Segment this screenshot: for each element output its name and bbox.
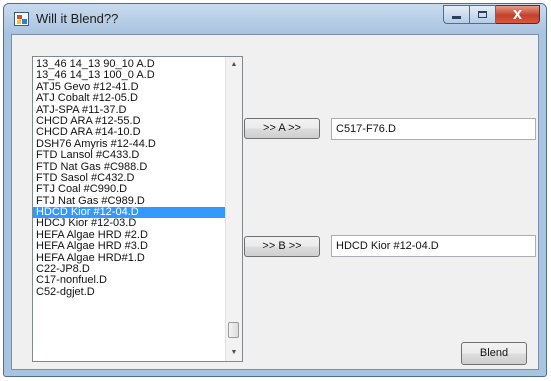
list-item[interactable]: FTJ Coal #C990.D [33,184,225,195]
list-item[interactable]: 13_46 14_13 90_10 A.D [33,59,225,70]
list-item[interactable]: HEFA Algae HRD #3.D [33,241,225,252]
list-item[interactable]: ATJ5 Gevo #12-41.D [33,82,225,93]
caption-buttons: X [443,5,540,24]
file-listbox[interactable]: 13_46 14_13 90_10 A.D 13_46 14_13 100_0 A… [32,56,243,362]
maximize-icon [478,11,487,18]
list-item[interactable]: 13_46 14_13 100_0 A.D [33,70,225,81]
list-item-selected[interactable]: HDCD Kior #12-04.D [33,207,225,219]
list-item[interactable]: DSH76 Amyris #12-44.D [33,139,225,150]
list-item[interactable]: HEFA Algae HRD#1.D [33,253,225,264]
list-item[interactable]: FTD Lansol #C433.D [33,150,225,161]
list-item[interactable]: FTD Sasol #C432.D [33,173,225,184]
list-item[interactable]: C17-nonfuel.D [33,275,225,286]
blend-button[interactable]: Blend [461,342,527,365]
minimize-icon [452,16,461,19]
list-item[interactable]: CHCD ARA #14-10.D [33,127,225,138]
close-button[interactable]: X [496,5,540,24]
maximize-button[interactable] [470,5,496,24]
blend-a-field[interactable]: C517-F76.D [331,118,536,140]
scroll-thumb[interactable] [228,322,239,338]
list-item[interactable]: HDCJ Kior #12-03.D [33,218,225,229]
list-item[interactable]: ATJ Cobalt #12-05.D [33,93,225,104]
list-item[interactable]: FTJ Nat Gas #C989.D [33,196,225,207]
scroll-up-arrow-icon[interactable]: ▲ [226,57,242,73]
set-b-button[interactable]: >> B >> [244,236,320,257]
list-item[interactable]: C52-dgjet.D [33,287,225,298]
app-icon [14,12,29,26]
minimize-button[interactable] [443,5,470,24]
title-bar[interactable]: Will it Blend?? X [4,4,546,34]
close-icon: X [512,7,523,22]
client-area: 13_46 14_13 90_10 A.D 13_46 14_13 100_0 A… [11,34,539,370]
blend-b-field[interactable]: HDCD Kior #12-04.D [331,235,536,257]
set-a-button[interactable]: >> A >> [244,118,320,139]
scroll-down-arrow-icon[interactable]: ▼ [226,345,242,361]
list-item[interactable]: HEFA Algae HRD #2.D [33,230,225,241]
list-item[interactable]: FTD Nat Gas #C988.D [33,162,225,173]
list-item[interactable]: ATJ-SPA #11-37.D [33,105,225,116]
app-window: Will it Blend?? X 13_46 14_13 90_10 A.D 1… [3,3,547,377]
list-items: 13_46 14_13 90_10 A.D 13_46 14_13 100_0 A… [33,59,225,298]
list-scrollbar[interactable]: ▲ ▼ [225,57,242,361]
window-title: Will it Blend?? [36,11,119,26]
list-item[interactable]: CHCD ARA #12-55.D [33,116,225,127]
list-item[interactable]: C22-JP8.D [33,264,225,275]
